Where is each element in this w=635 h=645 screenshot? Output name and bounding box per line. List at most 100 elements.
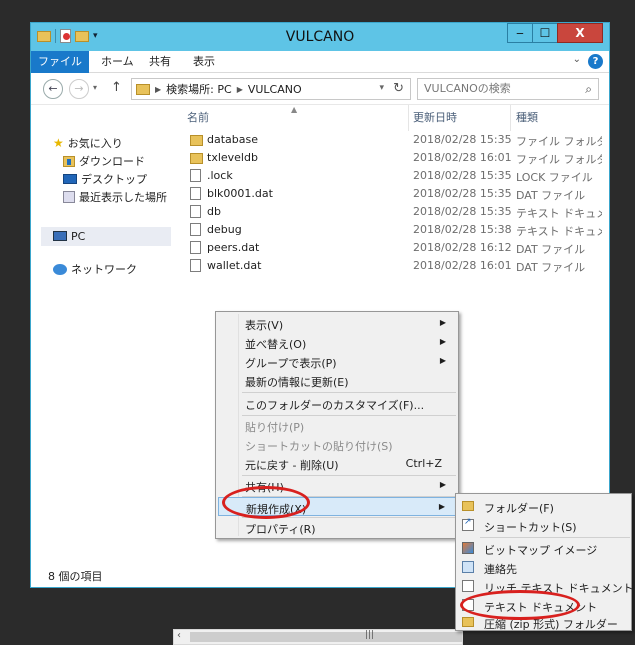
folder-icon <box>190 135 203 146</box>
menu-separator <box>480 537 630 538</box>
file-type: ファイル フォルダー <box>516 135 602 148</box>
shortcut-icon <box>462 517 474 531</box>
file-name: .lock <box>207 169 233 182</box>
menu-label: 元に戻す - 削除(U) <box>245 459 339 472</box>
submenu-item-contact[interactable]: 連絡先 <box>458 558 630 577</box>
submenu-item-shortcut[interactable]: ショートカット(S) <box>458 516 630 535</box>
column-divider[interactable] <box>408 105 409 131</box>
expand-ribbon-icon[interactable]: ⌄ <box>573 54 581 65</box>
file-icon <box>190 187 201 200</box>
column-name[interactable]: 名前 <box>187 109 209 125</box>
file-type: LOCK ファイル <box>516 171 593 184</box>
nav-downloads-label: ダウンロード <box>79 155 145 168</box>
recent-locations-icon[interactable]: ▾ <box>93 83 97 92</box>
menu-item-refresh[interactable]: 最新の情報に更新(E) <box>218 371 456 390</box>
file-row[interactable]: debug 2018/02/28 15:38 テキスト ドキュメント <box>174 221 602 239</box>
up-button[interactable]: ↑ <box>111 80 122 95</box>
menu-label: このフォルダーのカスタマイズ(F)... <box>245 399 425 412</box>
tab-file[interactable]: ファイル <box>31 51 89 73</box>
network-icon <box>53 263 67 275</box>
column-divider[interactable] <box>510 105 511 131</box>
computer-icon <box>53 231 67 241</box>
search-placeholder: VULCANOの検索 <box>424 82 511 95</box>
submenu-item-folder[interactable]: フォルダー(F) <box>458 497 630 516</box>
menu-label: グループで表示(P) <box>245 357 337 370</box>
column-type[interactable]: 種類 <box>516 109 538 125</box>
navigation-pane: ★ お気に入り ダウンロード デスクトップ 最近表示した場所 PC ネットワーク <box>31 105 174 563</box>
menu-item-undo[interactable]: 元に戻す - 削除(U) Ctrl+Z <box>218 454 456 473</box>
file-icon <box>190 259 201 272</box>
file-row[interactable]: blk0001.dat 2018/02/28 15:35 DAT ファイル <box>174 185 602 203</box>
file-icon <box>190 223 201 236</box>
forward-button[interactable]: → <box>69 79 89 99</box>
file-row[interactable]: .lock 2018/02/28 15:35 LOCK ファイル <box>174 167 602 185</box>
file-row[interactable]: wallet.dat 2018/02/28 16:01 DAT ファイル <box>174 257 602 275</box>
tab-share[interactable]: 共有 <box>139 51 181 73</box>
menu-item-sort[interactable]: 並べ替え(O) ▶ <box>218 333 456 352</box>
file-row[interactable]: peers.dat 2018/02/28 16:12 DAT ファイル <box>174 239 602 257</box>
tab-home[interactable]: ホーム <box>91 51 144 73</box>
close-button[interactable]: X <box>557 23 603 43</box>
submenu-item-bitmap[interactable]: ビットマップ イメージ <box>458 539 630 558</box>
nav-favorites[interactable]: ★ お気に入り <box>53 134 123 152</box>
folder-icon <box>190 153 203 164</box>
star-icon: ★ <box>53 136 64 150</box>
menu-label: ショートカット(S) <box>484 521 577 534</box>
column-headers: ▲ 名前 更新日時 種類 <box>174 105 602 131</box>
breadcrumb-vulcano[interactable]: VULCANO <box>248 83 302 96</box>
file-type: ファイル フォルダー <box>516 153 602 166</box>
breadcrumb-separator-icon[interactable]: ▶ <box>237 85 243 94</box>
help-icon[interactable]: ? <box>588 54 603 69</box>
menu-separator <box>242 392 456 393</box>
nav-downloads[interactable]: ダウンロード <box>63 152 145 170</box>
file-date: 2018/02/28 15:35 <box>413 169 512 182</box>
menu-label: 貼り付け(P) <box>245 421 305 434</box>
tab-view[interactable]: 表示 <box>183 51 225 73</box>
file-row[interactable]: database 2018/02/28 15:35 ファイル フォルダー <box>174 131 602 149</box>
address-bar[interactable]: ▶ 検索場所: PC ▶ VULCANO ▾ ↻ <box>131 78 411 100</box>
file-type: テキスト ドキュメント <box>516 207 602 220</box>
file-name: txleveldb <box>207 151 258 164</box>
address-history-icon[interactable]: ▾ <box>379 83 384 93</box>
nav-pc[interactable]: PC <box>53 227 85 245</box>
nav-recent-places[interactable]: 最近表示した場所 <box>63 188 167 206</box>
scrollbar-thumb[interactable]: ||| <box>190 630 462 642</box>
file-date: 2018/02/28 16:01 <box>413 259 512 272</box>
minimize-button[interactable]: ‒ <box>507 23 533 43</box>
file-name: db <box>207 205 221 218</box>
column-date[interactable]: 更新日時 <box>413 109 457 125</box>
menu-item-view[interactable]: 表示(V) ▶ <box>218 314 456 333</box>
breadcrumb-search-pc[interactable]: 検索場所: PC <box>166 81 232 97</box>
nav-desktop[interactable]: デスクトップ <box>63 170 147 188</box>
menu-label: 最新の情報に更新(E) <box>245 376 349 389</box>
title-bar[interactable]: ▾ VULCANO ‒ ☐ X <box>31 23 609 51</box>
horizontal-scrollbar[interactable]: ‹ ||| <box>173 629 463 645</box>
menu-item-customize[interactable]: このフォルダーのカスタマイズ(F)... <box>218 394 456 413</box>
recent-places-icon <box>63 191 75 203</box>
submenu-arrow-icon: ▶ <box>438 502 445 511</box>
menu-item-paste-shortcut[interactable]: ショートカットの貼り付け(S) <box>218 435 456 454</box>
search-input[interactable]: VULCANOの検索 ⌕ <box>417 78 599 100</box>
scroll-left-icon[interactable]: ‹ <box>177 630 181 641</box>
breadcrumb-separator-icon[interactable]: ▶ <box>155 85 161 94</box>
back-button[interactable]: ← <box>43 79 63 99</box>
file-type: DAT ファイル <box>516 261 586 274</box>
menu-label: フォルダー(F) <box>484 502 554 515</box>
file-date: 2018/02/28 15:35 <box>413 205 512 218</box>
file-icon <box>190 241 201 254</box>
menu-item-group[interactable]: グループで表示(P) ▶ <box>218 352 456 371</box>
menu-label: 表示(V) <box>245 319 284 332</box>
file-row[interactable]: txleveldb 2018/02/28 16:01 ファイル フォルダー <box>174 149 602 167</box>
file-row[interactable]: db 2018/02/28 15:35 テキスト ドキュメント <box>174 203 602 221</box>
grip-icon: ||| <box>365 630 375 640</box>
menu-item-paste[interactable]: 貼り付け(P) <box>218 416 456 435</box>
maximize-button[interactable]: ☐ <box>532 23 558 43</box>
ribbon-tabs: ファイル ホーム 共有 表示 ⌄ ? <box>31 51 609 73</box>
nav-favorites-label: お気に入り <box>67 137 123 150</box>
menu-item-properties[interactable]: プロパティ(R) <box>218 518 456 537</box>
search-icon[interactable]: ⌕ <box>585 79 592 99</box>
nav-network[interactable]: ネットワーク <box>53 260 137 278</box>
menu-label: 並べ替え(O) <box>245 338 307 351</box>
submenu-arrow-icon: ▶ <box>439 318 446 327</box>
refresh-icon[interactable]: ↻ <box>393 81 404 96</box>
